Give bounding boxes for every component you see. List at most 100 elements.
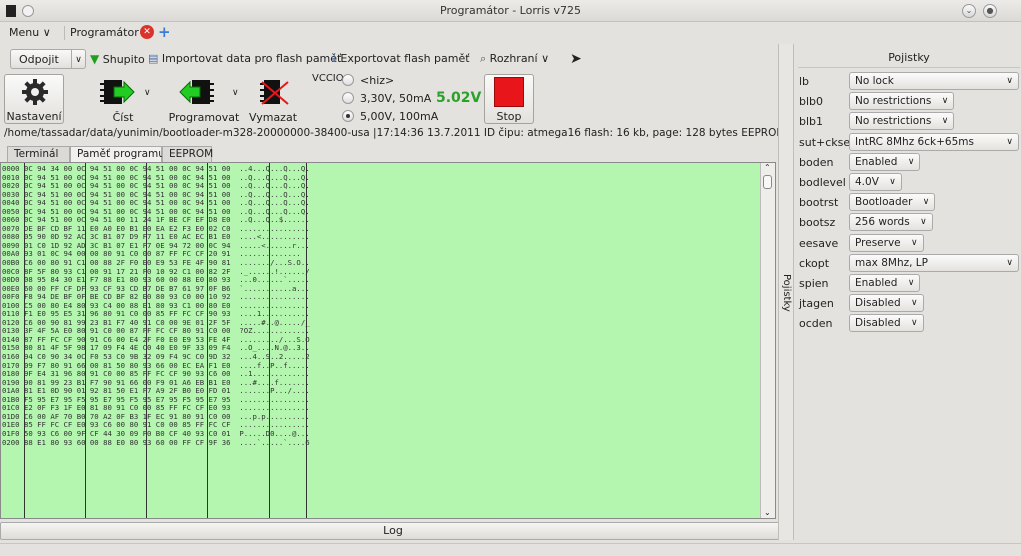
fuse-value-select[interactable]: Enabled ∨ bbox=[849, 274, 921, 292]
export-flash-button[interactable]: ⤓ Exportovat flash paměť bbox=[332, 49, 470, 69]
fuse-value: Enabled bbox=[855, 155, 898, 168]
hex-bytes[interactable]: 80 93 60 00 bbox=[129, 438, 177, 447]
fuses-dock-splitter[interactable]: Pojistky bbox=[778, 44, 794, 540]
hex-editor[interactable]: 0000 0C 94 34 00 0C 94 51 00 0C 94 51 00… bbox=[0, 162, 776, 519]
tab-programator[interactable]: Programátor bbox=[70, 26, 139, 39]
vcc-option-5v[interactable]: 5,00V, 100mA bbox=[360, 110, 438, 123]
vcc-option-5v-radio[interactable] bbox=[342, 110, 354, 122]
fuse-value-select[interactable]: IntRC 8Mhz 6ck+65ms ∨ bbox=[849, 132, 1019, 151]
erase-button[interactable]: Vymazat bbox=[248, 74, 298, 124]
chevron-down-icon[interactable]: ∨ bbox=[908, 275, 915, 291]
interface-icon: ⌕ bbox=[480, 52, 487, 65]
read-label: Číst bbox=[112, 111, 134, 124]
fuse-name: jtagen bbox=[799, 297, 834, 311]
fuse-value-select[interactable]: No restrictions ∨ bbox=[849, 112, 955, 131]
settings-button[interactable]: Nastavení bbox=[4, 74, 64, 124]
fuse-row-bootsz: bootsz 256 words ∨ bbox=[798, 213, 1021, 233]
vcc-option-hiz[interactable]: <hiz> bbox=[360, 74, 394, 87]
fuse-row-lb: lb No lock ∨ bbox=[798, 72, 1021, 92]
chip-read-icon bbox=[100, 80, 135, 104]
fuse-value-select[interactable]: Disabled ∨ bbox=[849, 294, 924, 313]
fuse-row-sut-cksel: sut+cksel IntRC 8Mhz 6ck+65ms ∨ bbox=[798, 132, 1021, 153]
interface-button[interactable]: ⌕ Rozhraní ∨ bbox=[480, 49, 549, 69]
fuse-row-eesave: eesave Preserve ∨ bbox=[798, 233, 1021, 254]
tab-terminal[interactable]: Terminál bbox=[7, 146, 70, 162]
hex-bytes[interactable]: 60 00 88 E0 bbox=[77, 438, 125, 447]
program-label: Programovat bbox=[168, 111, 240, 124]
fuse-value: Disabled bbox=[855, 317, 901, 330]
chevron-down-icon[interactable]: ∨ bbox=[71, 50, 85, 68]
hex-address[interactable]: 0200 bbox=[2, 438, 20, 447]
chip-erase-icon bbox=[260, 80, 289, 105]
minimize-icon[interactable]: ⌄ bbox=[962, 4, 976, 18]
chevron-down-icon[interactable]: ∨ bbox=[920, 214, 927, 230]
fuse-name: eesave bbox=[799, 236, 839, 250]
hex-ascii[interactable]: ....`.....`....6 bbox=[239, 438, 309, 447]
chevron-down-icon[interactable]: ∨ bbox=[942, 113, 949, 129]
import-flash-button[interactable]: ▤ Importovat data pro flash paměť bbox=[148, 49, 341, 69]
triangle-down-icon: ▼ bbox=[90, 52, 100, 66]
fuse-value: No restrictions bbox=[855, 115, 932, 128]
chevron-down-icon[interactable]: ∨ bbox=[144, 88, 151, 98]
fuse-row-boden: boden Enabled ∨ bbox=[798, 152, 1021, 173]
connect-button[interactable]: Odpojit ∨ bbox=[10, 49, 86, 69]
close-tab-icon[interactable]: ✕ bbox=[140, 25, 154, 39]
hex-rows: 0000 0C 94 34 00 0C 94 51 00 0C 94 51 00… bbox=[2, 164, 310, 448]
tab-program-memory[interactable]: Paměť programu bbox=[70, 146, 165, 163]
chevron-down-icon[interactable]: ∨ bbox=[1006, 73, 1013, 89]
export-flash-label: Exportovat flash paměť bbox=[340, 52, 470, 65]
stop-button[interactable]: Stop bbox=[484, 74, 534, 124]
hex-column-divider bbox=[146, 163, 147, 518]
hex-bytes[interactable]: 88 E1 80 93 bbox=[24, 438, 72, 447]
chevron-down-icon[interactable]: ∨ bbox=[1006, 255, 1013, 271]
log-toggle-button[interactable]: Log bbox=[0, 522, 786, 540]
add-tab-icon[interactable]: + bbox=[158, 23, 171, 41]
hex-column-divider bbox=[269, 163, 270, 518]
pointer-icon: ➤ bbox=[570, 51, 582, 67]
vcc-option-3v3[interactable]: 3,30V, 50mA bbox=[360, 92, 431, 105]
chevron-down-icon[interactable]: ∨ bbox=[232, 88, 239, 98]
vcc-option-hiz-radio[interactable] bbox=[342, 74, 354, 86]
hex-row[interactable]: 0200 88 E1 80 93 60 00 88 E0 80 93 60 00… bbox=[2, 438, 310, 448]
main-menu-button[interactable]: Menu ∨ bbox=[9, 26, 51, 39]
fuse-value: 256 words bbox=[855, 216, 910, 229]
fuse-value-select[interactable]: No restrictions ∨ bbox=[849, 92, 955, 111]
fuse-value-select[interactable]: Disabled ∨ bbox=[849, 314, 924, 333]
fuse-value-select[interactable]: 4.0V ∨ bbox=[849, 173, 902, 191]
chevron-down-icon[interactable]: ∨ bbox=[911, 315, 918, 331]
fuses-side-label[interactable]: Pojistky bbox=[781, 274, 792, 312]
fuse-row-blb0: blb0 No restrictions ∨ bbox=[798, 92, 1021, 112]
fuse-value: Disabled bbox=[855, 297, 901, 310]
vcc-label: VCCIO bbox=[312, 73, 344, 84]
tab-eeprom[interactable]: EEPROM bbox=[162, 146, 213, 162]
fuse-value: Bootloader bbox=[855, 196, 913, 209]
chevron-down-icon[interactable]: ∨ bbox=[911, 235, 918, 251]
fuse-value-select[interactable]: Preserve ∨ bbox=[849, 233, 924, 252]
program-button[interactable]: ∨ Programovat bbox=[164, 74, 244, 124]
fuse-name: sut+cksel bbox=[799, 135, 854, 149]
stop-icon bbox=[494, 77, 524, 107]
scroll-up-icon[interactable]: ⌃ bbox=[764, 163, 771, 172]
chevron-down-icon[interactable]: ∨ bbox=[942, 93, 949, 109]
chevron-down-icon[interactable]: ∨ bbox=[889, 174, 896, 190]
fuse-value-select[interactable]: max 8Mhz, LP ∨ bbox=[849, 253, 1019, 272]
hex-scrollbar[interactable]: ⌃ ⌄ bbox=[760, 163, 775, 518]
window-title: Programátor - Lorris v725 bbox=[440, 4, 581, 17]
fuse-value-select[interactable]: Enabled ∨ bbox=[849, 152, 921, 171]
fuses-panel: Pojistky lb No lock ∨ blb0 No restrictions ∨ b… bbox=[798, 48, 1021, 540]
chevron-down-icon[interactable]: ∨ bbox=[911, 295, 918, 311]
vcc-option-3v3-radio[interactable] bbox=[342, 92, 354, 104]
folder-icon: ▤ bbox=[148, 52, 159, 65]
maximize-icon[interactable]: ● bbox=[983, 4, 997, 18]
fuse-name: ocden bbox=[799, 317, 833, 331]
scroll-down-icon[interactable]: ⌄ bbox=[764, 508, 771, 517]
chevron-down-icon[interactable]: ∨ bbox=[1006, 134, 1013, 150]
fuse-value-select[interactable]: No lock ∨ bbox=[849, 72, 1019, 90]
fuse-value-select[interactable]: 256 words ∨ bbox=[849, 213, 933, 232]
read-button[interactable]: ∨ Číst bbox=[90, 74, 156, 124]
fuse-value-select[interactable]: Bootloader ∨ bbox=[849, 193, 936, 212]
chip-button[interactable]: ▼ Shupito bbox=[90, 49, 145, 69]
chevron-down-icon[interactable]: ∨ bbox=[923, 194, 930, 210]
scrollbar-thumb[interactable] bbox=[763, 175, 772, 189]
chevron-down-icon[interactable]: ∨ bbox=[908, 154, 915, 170]
